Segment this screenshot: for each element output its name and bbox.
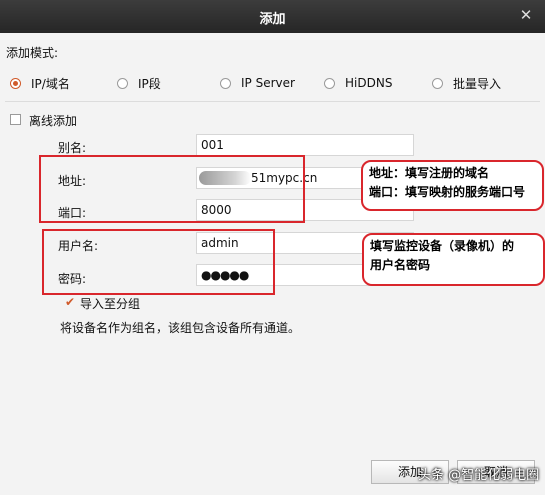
- radio-hiddns[interactable]: HiDDNS: [324, 75, 392, 91]
- radio-ip-server[interactable]: IP Server: [220, 75, 295, 91]
- callout-address: 地址：填写注册的域名 端口：填写映射的服务端口号: [361, 160, 544, 211]
- annotation-box-credentials: [42, 229, 275, 295]
- offline-add-checkbox[interactable]: [10, 114, 21, 125]
- import-group-checkbox[interactable]: ✔: [65, 296, 76, 308]
- import-group-label: 导入至分组: [80, 297, 141, 311]
- radio-icon: [432, 77, 443, 89]
- add-mode-label: 添加模式:: [6, 46, 59, 60]
- radio-batch-import[interactable]: 批量导入: [432, 75, 501, 91]
- radio-label: IP Server: [241, 76, 295, 90]
- title-bar: 添加 ✕: [0, 0, 545, 33]
- watermark: 头条 @智能化弱电圈: [418, 468, 540, 483]
- radio-label: HiDDNS: [345, 76, 393, 90]
- window-title: 添加: [259, 12, 286, 27]
- radio-icon: [324, 77, 335, 89]
- radio-selected-icon: [10, 77, 21, 89]
- alias-input[interactable]: 001: [196, 134, 414, 156]
- radio-icon: [117, 77, 128, 89]
- radio-icon: [220, 77, 231, 89]
- offline-add-label: 离线添加: [29, 114, 78, 128]
- callout-line: 用户名密码: [370, 258, 431, 272]
- callout-credentials: 填写监控设备（录像机）的 用户名密码: [362, 233, 545, 286]
- radio-label: IP段: [138, 76, 161, 91]
- close-icon[interactable]: ✕: [517, 6, 535, 24]
- radio-label: 批量导入: [453, 76, 502, 91]
- alias-label: 别名:: [58, 141, 87, 155]
- divider: [5, 101, 540, 102]
- callout-line: 地址：填写注册的域名: [369, 166, 490, 180]
- annotation-box-address: [39, 155, 305, 223]
- radio-ip-range[interactable]: IP段: [117, 75, 161, 91]
- radio-label: IP/域名: [31, 76, 70, 91]
- callout-line: 填写监控设备（录像机）的: [370, 239, 515, 253]
- radio-ip-domain[interactable]: IP/域名: [10, 75, 70, 91]
- callout-line: 端口：填写映射的服务端口号: [369, 185, 526, 199]
- group-note: 将设备名作为组名，该组包含设备所有通道。: [60, 321, 301, 335]
